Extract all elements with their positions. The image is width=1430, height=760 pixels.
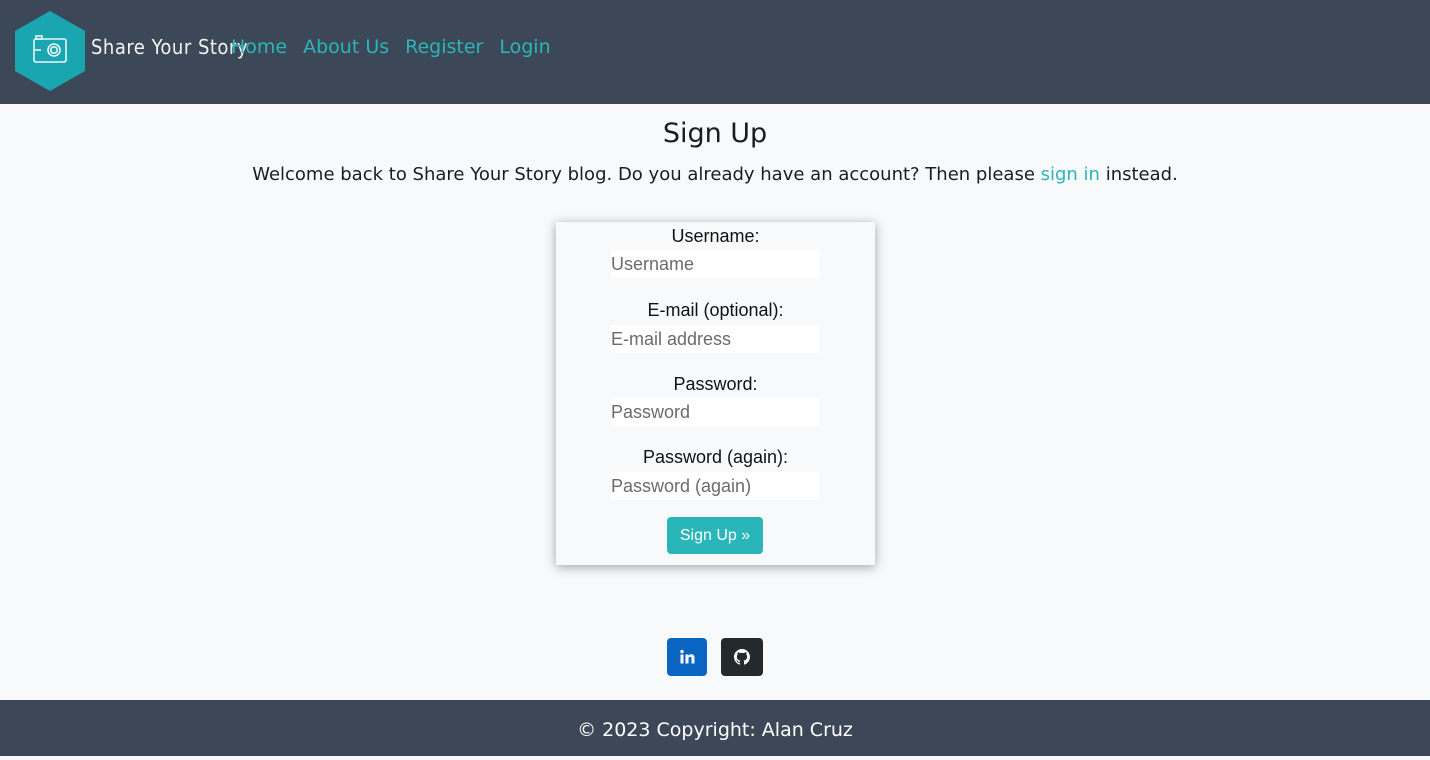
username-label: Username:	[671, 226, 760, 246]
github-button[interactable]	[721, 638, 763, 676]
linkedin-button[interactable]	[667, 638, 707, 676]
password-input[interactable]	[611, 398, 819, 426]
email-label: E-mail (optional):	[647, 300, 784, 320]
password-label: Password:	[673, 374, 758, 394]
password-again-input[interactable]	[611, 472, 819, 500]
brand-name[interactable]: Share Your Story	[91, 35, 248, 59]
email-input[interactable]	[611, 325, 819, 353]
logo-hexagon	[15, 11, 85, 91]
nav-register[interactable]: Register	[405, 36, 483, 58]
nav-about-us[interactable]: About Us	[303, 36, 389, 58]
main-nav: Home About Us Register Login	[231, 36, 551, 58]
sign-up-button[interactable]: Sign Up »	[667, 517, 763, 554]
navbar: Share Your Story Home About Us Register …	[0, 0, 1430, 104]
intro-prefix: Welcome back to Share Your Story blog. D…	[252, 164, 1041, 185]
sign-in-link[interactable]: sign in	[1041, 164, 1100, 185]
intro-suffix: instead.	[1099, 164, 1178, 185]
nav-login[interactable]: Login	[499, 36, 550, 58]
username-input[interactable]	[611, 250, 819, 278]
logo[interactable]	[14, 10, 86, 92]
nav-home[interactable]: Home	[231, 36, 287, 58]
footer: © 2023 Copyright: Alan Cruz	[0, 700, 1430, 756]
page-title: Sign Up	[662, 118, 768, 149]
linkedin-icon	[680, 649, 695, 664]
signup-form: Username: E-mail (optional): Password: P…	[556, 222, 875, 565]
password-again-label: Password (again):	[642, 447, 789, 467]
copyright-text: © 2023 Copyright: Alan Cruz	[577, 719, 853, 741]
intro-text: Welcome back to Share Your Story blog. D…	[0, 164, 1430, 185]
github-icon	[734, 649, 750, 665]
